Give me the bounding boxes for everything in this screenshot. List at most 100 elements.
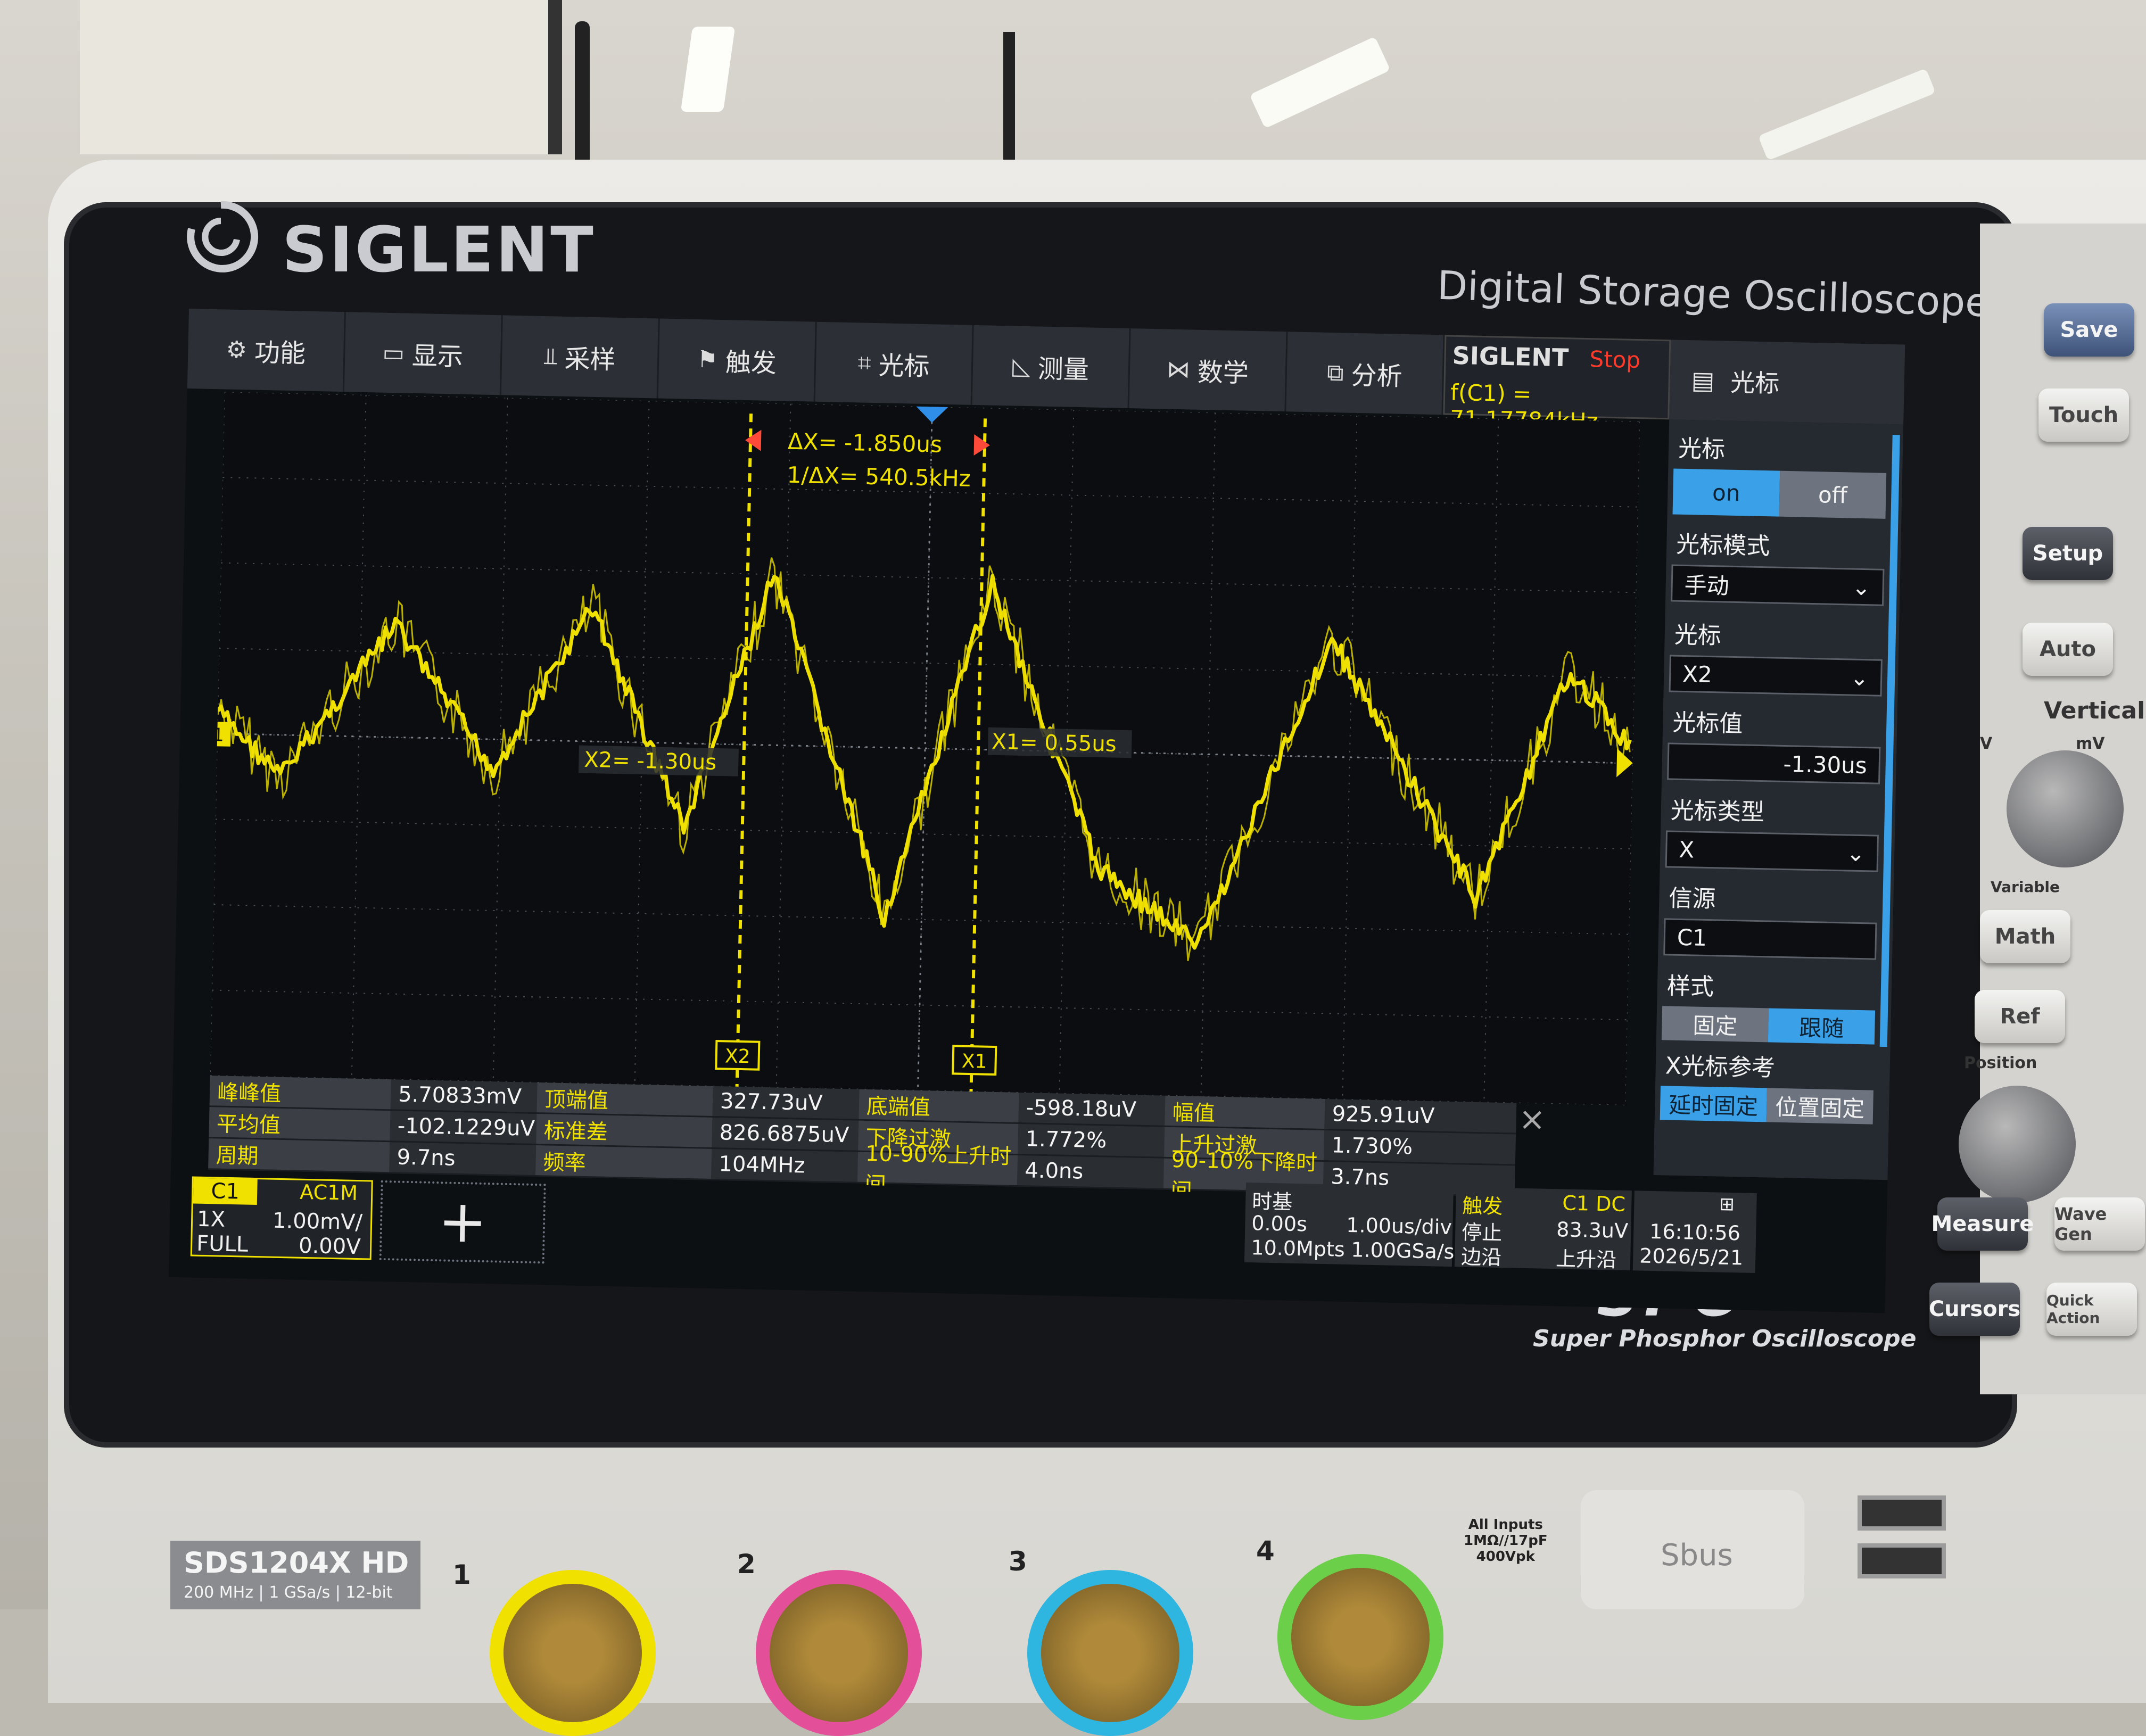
cursor-off-option[interactable]: off [1779, 470, 1887, 519]
usb-port[interactable] [1858, 1495, 1946, 1531]
cursor-x1-label: X1= 0.55us [992, 730, 1117, 757]
vertical-position-knob[interactable] [1959, 1086, 2076, 1203]
measurement-value: -598.18uV [1026, 1095, 1137, 1122]
timebase-sample-rate: 1.00GSa/s [1350, 1238, 1455, 1264]
ceiling-light [1758, 68, 1936, 161]
channel-number: 3 [1009, 1546, 1027, 1577]
cursor-select[interactable]: X2 ⌄ [1669, 655, 1883, 697]
measurement-value: 826.6875uV [719, 1120, 849, 1148]
cursor-on-option[interactable]: on [1672, 468, 1780, 517]
timebase-box[interactable]: 时基 0.00s 1.00us/div 10.0Mpts 1.00GSa/s [1244, 1182, 1455, 1267]
style-section: 样式 固定 跟随 [1661, 962, 1876, 1045]
channel-number: 1 [452, 1559, 471, 1590]
ceiling-light [680, 27, 736, 112]
menu-function[interactable]: ⚙ 功能 [187, 309, 346, 392]
add-channel-button[interactable]: + [379, 1180, 546, 1264]
channel-2-bnc[interactable] [756, 1570, 922, 1736]
channel-1-box[interactable]: C1 AC1M 1X 1.00mV/ FULL 0.00V [190, 1176, 373, 1260]
document-icon: ▤ [1691, 366, 1715, 395]
inputs-note-line: All Inputs [1468, 1517, 1543, 1533]
cursor-toggle-section: 光标 on off [1672, 425, 1887, 519]
menu-math[interactable]: ⋈ 数学 [1129, 328, 1288, 412]
menu-label: 采样 [564, 344, 616, 375]
wave-gen-button[interactable]: Wave Gen [2054, 1197, 2145, 1251]
channel-scale: 1.00mV/ [272, 1208, 363, 1235]
touch-button[interactable]: Touch [2038, 388, 2129, 442]
cursor-value-input[interactable]: -1.30us [1667, 742, 1881, 784]
cursor-type-label: 光标类型 [1670, 797, 1765, 826]
trigger-level-marker-icon [1616, 748, 1633, 778]
cursor-mode-select[interactable]: 手动 ⌄ [1671, 564, 1885, 606]
channel-3-bnc[interactable] [1027, 1570, 1193, 1736]
waveform-graticule: X2 X1 ΔX= -1.850us 1/ΔX= 540.5kHz X1= 0.… [210, 392, 1640, 1105]
menu-trigger[interactable]: ⚑ 触发 [658, 318, 817, 402]
cable [575, 21, 590, 181]
measurement-label: 10-90%上升时间 [857, 1142, 1018, 1197]
measurement-label: 峰峰值 [209, 1076, 391, 1110]
menu-label: 功能 [254, 337, 306, 369]
channel-4-bnc[interactable] [1277, 1554, 1443, 1720]
xref-toggle[interactable]: 延时固定 位置固定 [1660, 1086, 1873, 1125]
xref-position-option[interactable]: 位置固定 [1766, 1088, 1873, 1125]
menu-label: 触发 [725, 348, 777, 379]
menu-label: 测量 [1037, 354, 1089, 385]
menu-label: 显示 [411, 341, 464, 372]
usb-port[interactable] [1858, 1543, 1946, 1578]
menu-display[interactable]: ▭ 显示 [344, 312, 503, 395]
style-follow-option[interactable]: 跟随 [1768, 1008, 1876, 1045]
cursor-icon: ⌗ [857, 349, 872, 377]
source-select[interactable]: C1 [1663, 918, 1877, 960]
menu-measure[interactable]: ◺ 测量 [972, 325, 1131, 409]
inputs-note-line: 1MΩ//17pF [1464, 1533, 1548, 1549]
cursor-type-select[interactable]: X ⌄ [1665, 830, 1879, 872]
channel-bandwidth: FULL [196, 1231, 249, 1257]
siglent-logo-icon [187, 201, 259, 272]
channel-1-tag: C1 [193, 1178, 258, 1205]
chevron-down-icon: ⌄ [1852, 574, 1871, 600]
cursor-x2-label: X2= -1.30us [584, 748, 717, 775]
channel-1-trace [216, 574, 1632, 950]
measurement-label: 幅值 [1165, 1095, 1325, 1129]
position-label: Position [1964, 1054, 2037, 1072]
waveform-area[interactable]: X2 X1 ΔX= -1.850us 1/ΔX= 540.5kHz X1= 0.… [210, 392, 1640, 1105]
chevron-down-icon: ⌄ [1846, 839, 1866, 866]
cursor-toggle[interactable]: on off [1672, 468, 1887, 519]
inputs-note: All Inputs 1MΩ//17pF 400Vpk [1464, 1517, 1548, 1565]
spo-caption: Super Phosphor Oscilloscope [1533, 1325, 1917, 1352]
close-icon[interactable]: × [1516, 1101, 1548, 1138]
measurement-label: 平均值 [209, 1107, 391, 1141]
quick-action-button[interactable]: Quick Action [2046, 1283, 2137, 1336]
style-fixed-option[interactable]: 固定 [1661, 1006, 1769, 1043]
knob-right-label: mV [2076, 734, 2105, 753]
save-button[interactable]: Save [2044, 303, 2134, 357]
channel-coupling: AC1M [299, 1180, 358, 1205]
style-toggle[interactable]: 固定 跟随 [1661, 1006, 1876, 1045]
cursors-button[interactable]: Cursors [1929, 1283, 2020, 1336]
menu-cursor[interactable]: ⌗ 光标 [815, 321, 974, 405]
channel-1-bnc[interactable] [490, 1570, 656, 1736]
cursor-value: -1.30us [1783, 750, 1868, 779]
auto-button[interactable]: Auto [2023, 623, 2113, 676]
measurement-label: 底端值 [859, 1089, 1019, 1122]
vertical-scale-knob[interactable] [2007, 750, 2124, 867]
panel-header[interactable]: ▤ 光标 [1669, 340, 1905, 425]
cursor-mode-label: 光标模式 [1675, 531, 1770, 560]
measurement-value: 4.0ns [1024, 1158, 1084, 1184]
math-button[interactable]: Math [1980, 910, 2070, 963]
setup-button[interactable]: Setup [2023, 527, 2113, 580]
menu-acquire[interactable]: ⫫ 采样 [501, 315, 660, 399]
xref-delay-option[interactable]: 延时固定 [1660, 1086, 1767, 1122]
trigger-box[interactable]: 触发 C1 DC 停止 83.3uV 边沿 上升沿 [1454, 1187, 1632, 1272]
clock-date: 2026/5/21 [1639, 1244, 1744, 1270]
grid-line-horizontal [212, 989, 1628, 1021]
measurement-label: 频率 [535, 1145, 712, 1179]
channel-marker: C1 [210, 724, 225, 746]
status-brand-box[interactable]: SIGLENT Stop f(C1) = 71.17784kHz [1443, 335, 1671, 434]
trigger-label: 触发 [1462, 1194, 1503, 1219]
measure-button[interactable]: Measure [1931, 1197, 2034, 1251]
ref-button[interactable]: Ref [1975, 990, 2065, 1043]
oscilloscope-screen: ⚙ 功能 ▭ 显示 ⫫ 采样 ⚑ 触发 ⌗ 光标 ◺ 测量 ⋈ 数学 ⧉ 分析 SIGLENT … [168, 309, 1905, 1313]
menu-analysis[interactable]: ⧉ 分析 [1286, 332, 1445, 415]
front-button-panel: Save Touch Setup Auto Vertical V mV Vari… [1929, 224, 2146, 1394]
grid-line-horizontal [215, 819, 1631, 850]
